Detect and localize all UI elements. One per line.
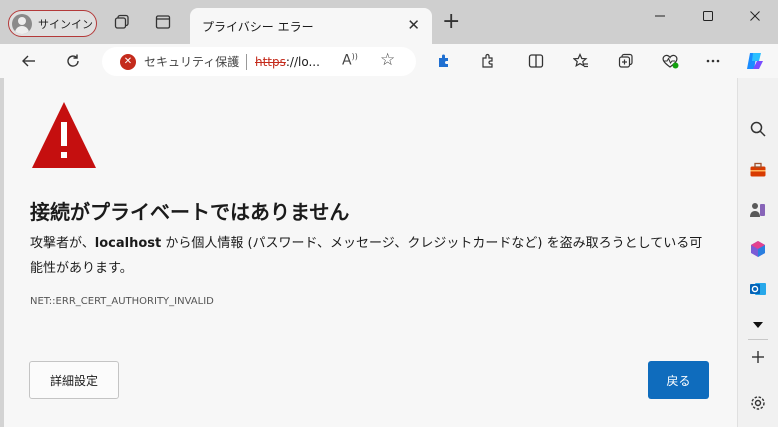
message-prefix: 攻撃者が、 <box>30 236 95 251</box>
extension-icon[interactable] <box>434 51 454 71</box>
sidebar-divider <box>748 339 768 340</box>
back-arrow-icon[interactable] <box>19 51 39 71</box>
warning-icon <box>30 100 98 174</box>
avatar-icon <box>12 13 32 34</box>
more-icon[interactable] <box>703 51 723 71</box>
outlook-icon[interactable] <box>747 278 769 300</box>
page-title: 接続がプライベートではありません <box>30 200 350 224</box>
error-code: NET::ERR_CERT_AUTHORITY_INVALID <box>30 296 214 307</box>
split-screen-icon[interactable] <box>526 51 546 71</box>
new-tab-icon[interactable]: + <box>442 10 460 34</box>
add-favorite-icon[interactable]: ☆ <box>380 50 395 70</box>
settings-icon[interactable] <box>747 392 769 414</box>
office-icon[interactable] <box>747 238 769 260</box>
host-name: localhost <box>94 236 162 251</box>
go-back-button[interactable]: 戻る <box>648 361 709 399</box>
maximize-button[interactable] <box>688 4 728 28</box>
tab-title: プライバシー エラー <box>202 19 314 34</box>
favorites-icon[interactable] <box>571 51 591 71</box>
security-warning-icon[interactable]: ✕ <box>120 53 136 70</box>
title-bar: サインイン プライバシー エラー ✕ + <box>0 0 778 44</box>
address-divider <box>246 53 247 70</box>
collections-add-icon[interactable] <box>616 51 636 71</box>
address-bar[interactable]: ✕ セキュリティ保護な https://lo... A)) ☆ <box>102 47 416 76</box>
error-message: 攻撃者が、localhost から個人情報 (パスワード、メッセージ、クレジット… <box>30 231 710 281</box>
minimize-button[interactable] <box>640 4 680 28</box>
search-icon[interactable] <box>747 118 769 140</box>
url-host: ://lo... <box>285 54 320 69</box>
sidebar <box>737 78 778 427</box>
collections-icon[interactable] <box>113 13 131 31</box>
advanced-button[interactable]: 詳細設定 <box>29 361 119 399</box>
close-window-button[interactable] <box>735 4 775 28</box>
read-aloud-icon[interactable]: A)) <box>342 52 358 69</box>
vertical-tabs-icon[interactable] <box>154 13 172 31</box>
add-icon[interactable] <box>747 346 769 368</box>
toolbox-icon[interactable] <box>747 159 769 181</box>
games-icon[interactable] <box>747 199 769 221</box>
heartbeat-icon[interactable] <box>660 51 680 71</box>
error-page: 接続がプライベートではありません 攻撃者が、localhost から個人情報 (… <box>4 78 733 427</box>
dropdown-icon[interactable] <box>747 314 769 336</box>
profile-label: サインイン <box>38 17 93 31</box>
refresh-icon[interactable] <box>63 51 83 71</box>
profile-button[interactable]: サインイン <box>8 10 97 37</box>
navigation-toolbar: ✕ セキュリティ保護な https://lo... A)) ☆ <box>0 44 778 78</box>
url-scheme: https <box>255 54 286 69</box>
copilot-icon[interactable] <box>743 49 767 73</box>
close-tab-icon[interactable]: ✕ <box>407 16 420 34</box>
puzzle-icon[interactable] <box>478 51 498 71</box>
tab-privacy-error[interactable]: プライバシー エラー ✕ <box>190 8 432 44</box>
security-label[interactable]: セキュリティ保護な <box>144 53 240 70</box>
